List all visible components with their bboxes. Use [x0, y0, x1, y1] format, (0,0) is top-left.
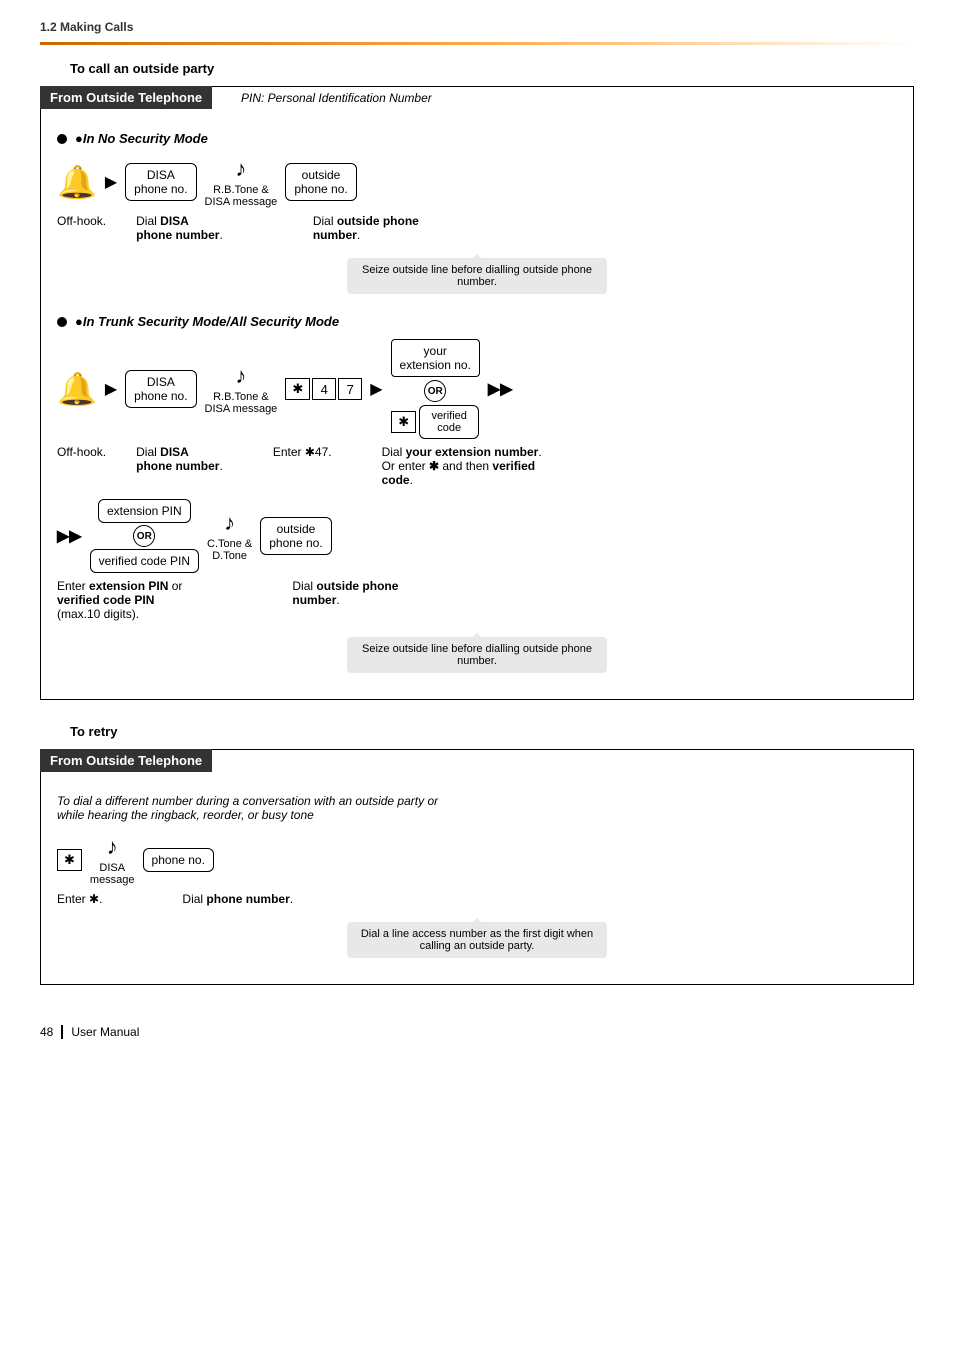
retry-subtitle: To retry: [70, 724, 914, 739]
call-outside-box-header: From Outside Telephone: [40, 86, 212, 109]
retry-desc-dial: Dial phone number.: [182, 892, 293, 906]
mode2-pin-step: extension PIN OR verified code PIN: [90, 499, 199, 573]
mode2-desc-dial-outside: Dial outside phonenumber.: [292, 579, 398, 621]
section-header: 1.2 Making Calls: [40, 20, 914, 34]
mode2-ctone-step: ♪ C.Tone &D.Tone: [207, 510, 252, 562]
retry-desc-star: Enter ✱.: [57, 892, 102, 906]
mode1-disa-box: DISAphone no.: [125, 163, 196, 201]
mode2-desc-row2: Enter extension PIN orverified code PIN(…: [57, 579, 897, 621]
verified-pin-box: verified code PIN: [90, 549, 199, 573]
verified-box: verifiedcode: [419, 405, 479, 439]
retry-phone-box: phone no.: [143, 848, 214, 872]
mode2-desc-enter47: Enter ✱47.: [273, 445, 332, 487]
star-key2: ✱: [391, 411, 416, 433]
key-4: 4: [312, 378, 336, 400]
mode1-disa-step: DISAphone no.: [125, 163, 196, 201]
tone-icon2: ♪: [235, 363, 246, 389]
mode1-callout: Seize outside line before dialling outsi…: [347, 258, 607, 294]
box-header-note: PIN: Personal Identification Number: [241, 91, 432, 105]
mode2-tone-step: ♪ R.B.Tone &DISA message: [205, 363, 278, 415]
mode2-desc-ext: Dial your extension number.Or enter ✱ an…: [382, 445, 542, 487]
or-circle1: OR: [424, 380, 446, 402]
key-star: ✱: [285, 378, 310, 400]
retry-desc-row: Enter ✱. Dial phone number.: [57, 892, 897, 906]
retry-description: To dial a different number during a conv…: [57, 794, 897, 822]
retry-star-key: ✱: [57, 849, 82, 871]
retry-callout: Dial a line access number as the first d…: [347, 922, 607, 958]
ext-box: yourextension no.: [391, 339, 480, 377]
mode1-desc-outside: Dial outside phonenumber.: [313, 214, 419, 242]
retry-flow-row: ✱ ♪ DISAmessage phone no.: [57, 834, 897, 886]
mode1-label: ●In No Security Mode: [57, 131, 897, 146]
mode1-outside-step: outsidephone no.: [285, 163, 356, 201]
retry-callout-wrapper: Dial a line access number as the first d…: [57, 918, 897, 962]
mode2-arrow1: ▶: [105, 379, 117, 399]
retry-diagram-box: From Outside Telephone To dial a differe…: [40, 749, 914, 985]
mode1-desc-row: Off-hook. Dial DISAphone number. Dial ou…: [57, 214, 897, 242]
call-outside-subtitle: To call an outside party: [70, 61, 914, 76]
retry-tone-label: DISAmessage: [90, 862, 135, 886]
bullet1: [57, 134, 67, 144]
mode2-disa-step: DISAphone no.: [125, 370, 196, 408]
mode1-callout-wrapper: Seize outside line before dialling outsi…: [57, 254, 897, 298]
mode1-tone-step: ♪ R.B.Tone &DISA message: [205, 156, 278, 208]
retry-phone-step: phone no.: [143, 848, 214, 872]
mode2-flow-row2: ▶▶ extension PIN OR verified code PIN ♪ …: [57, 499, 897, 573]
page-footer: 48 User Manual: [40, 1025, 914, 1039]
mode1-desc-disa: Dial DISAphone number.: [136, 214, 223, 242]
key-7: 7: [338, 378, 362, 400]
mode2-outside-box: outsidephone no.: [260, 517, 331, 555]
retry-box-header: From Outside Telephone: [40, 749, 212, 772]
orange-rule: [40, 42, 914, 45]
mode2-flow-row1: 🔔 ▶ DISAphone no. ♪ R.B.Tone &DISA messa…: [57, 339, 897, 439]
mode1-flow-row: 🔔 ▶ DISAphone no. ♪ R.B.Tone &DISA messa…: [57, 156, 897, 208]
footer-rule: [61, 1025, 63, 1039]
phone-icon2: 🔔: [57, 370, 97, 408]
mode1-desc-offhook: Off-hook.: [57, 214, 106, 242]
tone-label2: R.B.Tone &DISA message: [205, 391, 278, 415]
retry-tone-step: ♪ DISAmessage: [90, 834, 135, 886]
mode1-phone-step: 🔔: [57, 163, 97, 201]
mode2-keys-step: ✱ 4 7: [285, 378, 362, 400]
mode2-ext-step: yourextension no. OR ✱ verifiedcode: [391, 339, 480, 439]
or-circle2: OR: [133, 525, 155, 547]
ctone-label: C.Tone &D.Tone: [207, 538, 252, 562]
ext-pin-box: extension PIN: [98, 499, 191, 523]
mode2-desc-row1: Off-hook. Dial DISAphone number. Enter ✱…: [57, 445, 897, 487]
mode2-disa-box: DISAphone no.: [125, 370, 196, 408]
call-outside-diagram-box: From Outside Telephone PIN: Personal Ide…: [40, 86, 914, 700]
retry-tone-icon: ♪: [107, 834, 118, 860]
tone-label1: R.B.Tone &DISA message: [205, 184, 278, 208]
tone-icon3: ♪: [224, 510, 235, 536]
mode1-outside-box: outsidephone no.: [285, 163, 356, 201]
mode1-arrow1: ▶: [105, 172, 117, 192]
page-label: User Manual: [71, 1025, 139, 1039]
page-number: 48: [40, 1025, 53, 1039]
mode2-phone-step: 🔔: [57, 370, 97, 408]
phone-icon: 🔔: [57, 163, 97, 201]
mode2-callout-wrapper: Seize outside line before dialling outsi…: [57, 633, 897, 677]
tone-icon1: ♪: [235, 156, 246, 182]
mode2-label: ●In Trunk Security Mode/All Security Mod…: [57, 314, 897, 329]
mode2-outside-step: outsidephone no.: [260, 517, 331, 555]
mode2-desc-pin: Enter extension PIN orverified code PIN(…: [57, 579, 182, 621]
retry-star-step: ✱: [57, 849, 82, 871]
double-arrow2: ▶▶: [57, 526, 82, 546]
mode2-desc-disa: Dial DISAphone number.: [136, 445, 223, 487]
mode2-double-arrow: ▶▶: [488, 379, 513, 399]
bullet2: [57, 317, 67, 327]
mode2-desc-offhook: Off-hook.: [57, 445, 106, 487]
mode2-callout: Seize outside line before dialling outsi…: [347, 637, 607, 673]
mode2-arrow2: ▶: [370, 379, 382, 399]
